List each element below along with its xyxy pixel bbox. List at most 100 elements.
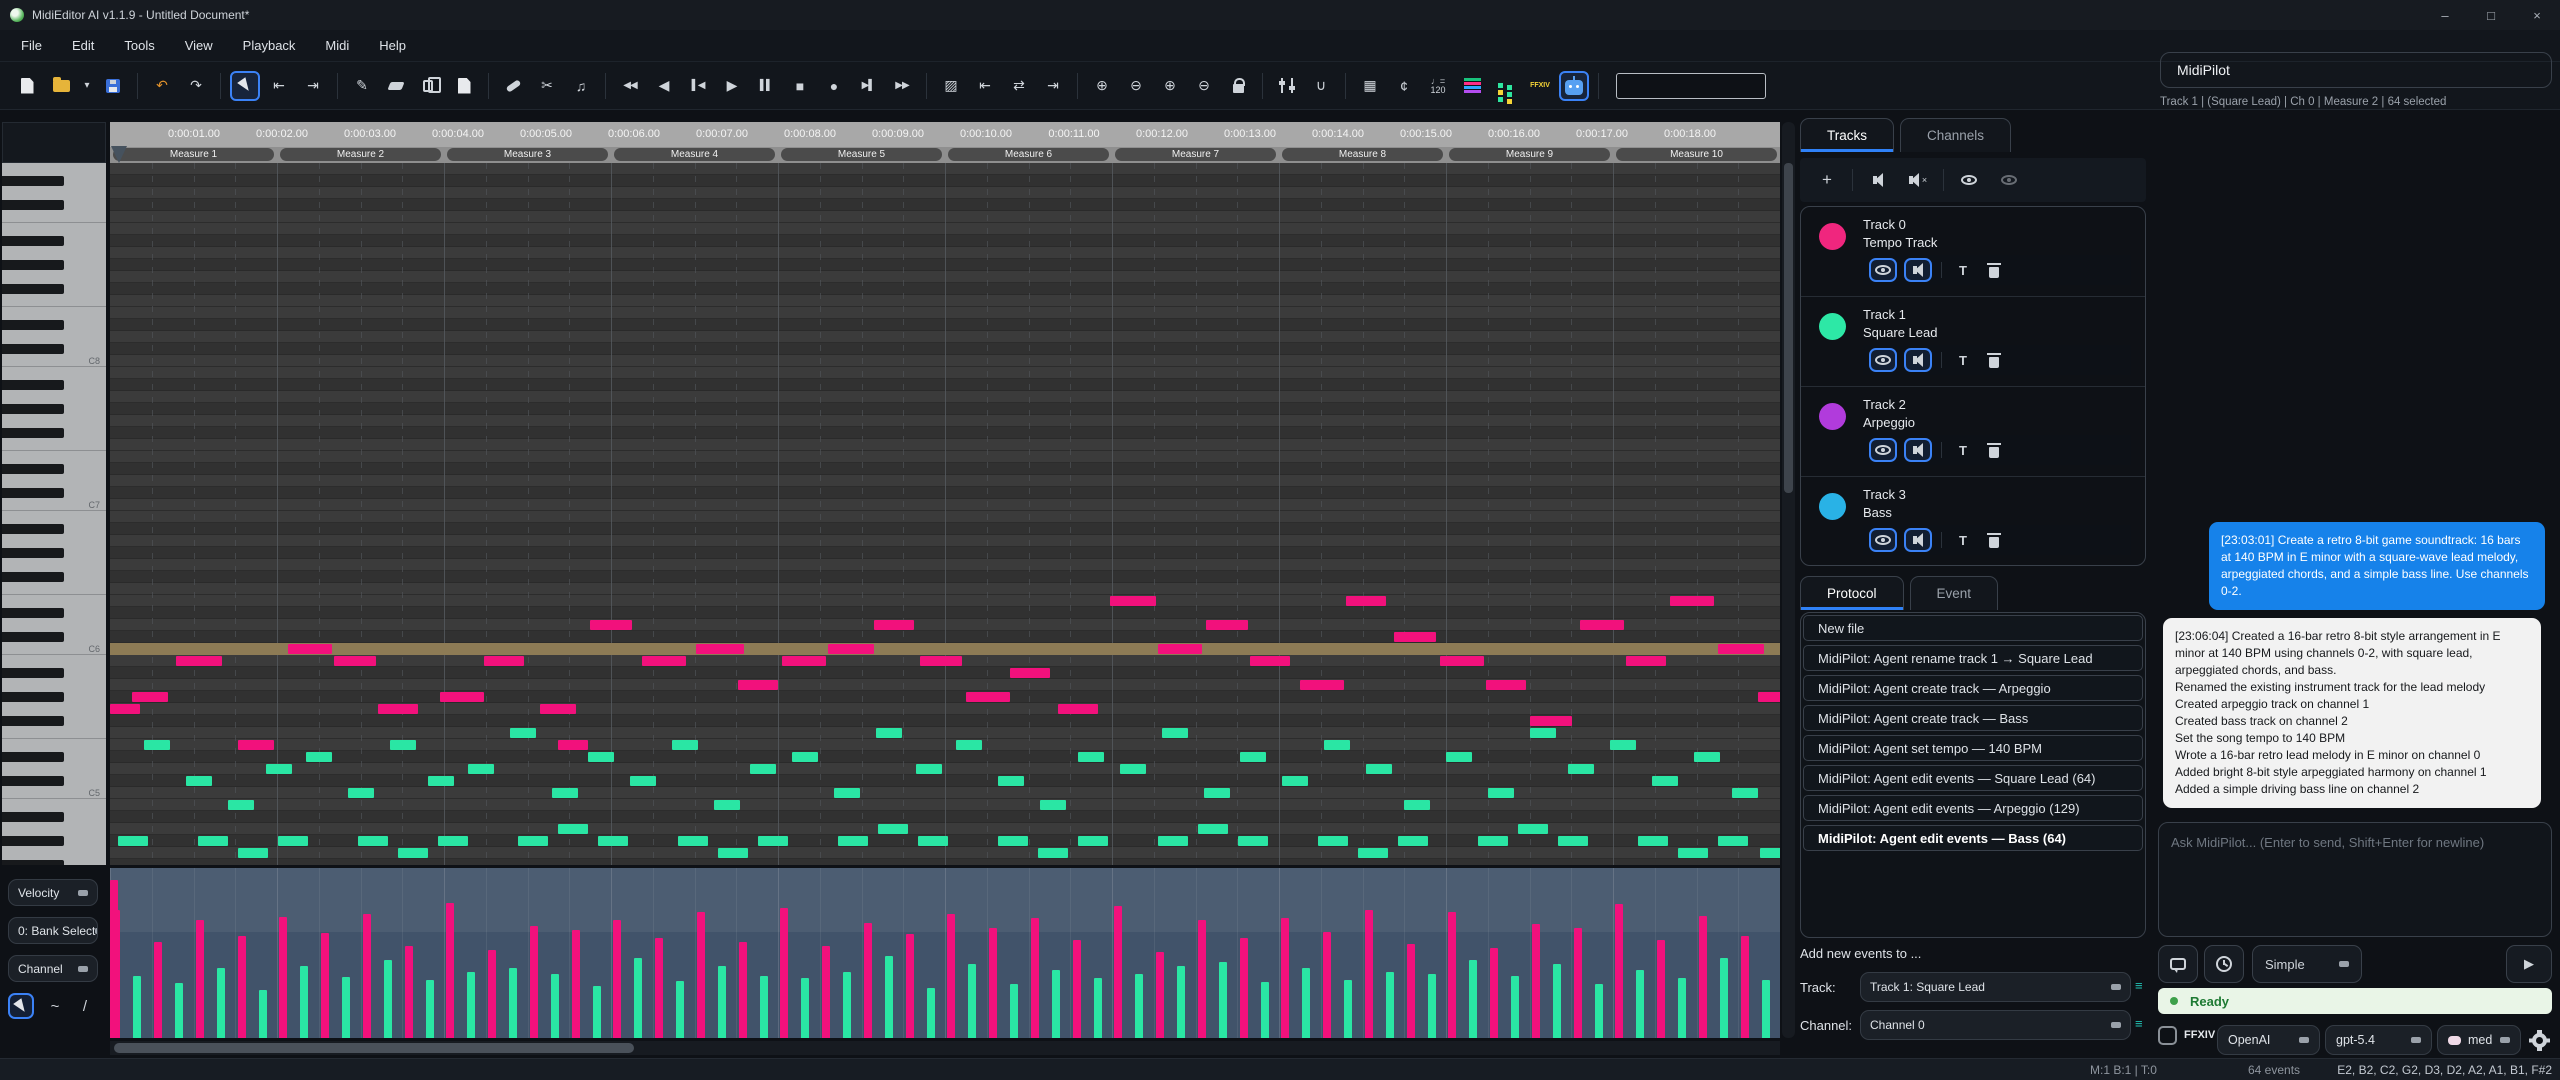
track-delete-button[interactable] <box>1982 528 2006 552</box>
track-audio-button[interactable] <box>1904 258 1932 282</box>
timeline[interactable]: 0:00:01.000:00:02.000:00:03.000:00:04.00… <box>110 122 1780 163</box>
midi-note[interactable] <box>998 836 1028 846</box>
midi-note[interactable] <box>1120 764 1146 774</box>
step-back-button[interactable]: ▌◀ <box>683 71 713 101</box>
midipilot-toggle-button[interactable] <box>1559 71 1589 101</box>
velocity-bar[interactable] <box>1678 978 1686 1038</box>
zoom-out-vertical-button[interactable]: ⊖ <box>1189 71 1219 101</box>
equalize-button[interactable]: ⇄ <box>1004 71 1034 101</box>
scissors-tool-button[interactable]: ✂ <box>532 71 562 101</box>
protocol-item-1[interactable]: MidiPilot: Agent rename track 1 → Square… <box>1803 645 2143 671</box>
velocity-bar[interactable] <box>1010 984 1018 1038</box>
track-audio-button[interactable] <box>1904 438 1932 462</box>
midi-note[interactable] <box>1324 740 1350 750</box>
velocity-bar[interactable] <box>1344 980 1352 1038</box>
track-rename-button[interactable]: T <box>1951 258 1975 282</box>
track-select-dropdown[interactable]: Track 1: Square Lead <box>1860 972 2131 1002</box>
midi-note[interactable] <box>1158 836 1188 846</box>
size-change-tool-button[interactable]: ♫ <box>566 71 596 101</box>
midi-note[interactable] <box>1162 728 1188 738</box>
step-forward-button[interactable]: ▶▌ <box>853 71 883 101</box>
select-right-tool-button[interactable]: ⇥ <box>298 71 328 101</box>
velocity-bar[interactable] <box>1031 918 1039 1038</box>
zoom-out-horizontal-button[interactable]: ⊖ <box>1121 71 1151 101</box>
velocity-bar[interactable] <box>300 966 308 1038</box>
menu-midi[interactable]: Midi <box>310 33 364 58</box>
midi-note[interactable] <box>484 656 524 666</box>
track-colors-button[interactable] <box>1457 71 1487 101</box>
settings-button[interactable] <box>2526 1025 2552 1055</box>
midi-note[interactable] <box>540 704 576 714</box>
velocity-bar[interactable] <box>634 958 642 1038</box>
track-row-0[interactable]: Track 0Tempo TrackT <box>1801 207 2145 297</box>
velocity-bar[interactable] <box>405 946 413 1038</box>
quantize-tool-button[interactable]: ▨ <box>936 71 966 101</box>
velocity-bar[interactable] <box>1532 924 1540 1038</box>
midi-note[interactable] <box>1078 836 1108 846</box>
midi-note[interactable] <box>510 728 536 738</box>
track-row-2[interactable]: Track 2ArpeggioT <box>1801 387 2145 477</box>
protocol-item-2[interactable]: MidiPilot: Agent create track — Arpeggio <box>1803 675 2143 701</box>
horizontal-scrollbar[interactable] <box>110 1041 1780 1055</box>
velocity-bar[interactable] <box>968 964 976 1038</box>
zoom-in-vertical-button[interactable]: ⊕ <box>1155 71 1185 101</box>
velocity-bar[interactable] <box>342 977 350 1038</box>
effort-dropdown[interactable]: med <box>2437 1025 2521 1055</box>
midi-note[interactable] <box>1568 764 1594 774</box>
playhead-marker[interactable] <box>111 146 127 163</box>
velocity-bar[interactable] <box>822 946 830 1038</box>
time-ruler[interactable]: 0:00:01.000:00:02.000:00:03.000:00:04.00… <box>110 122 1780 147</box>
midi-note[interactable] <box>916 764 942 774</box>
pencil-tool-button[interactable]: ✎ <box>347 71 377 101</box>
midi-note[interactable] <box>998 776 1024 786</box>
midi-note[interactable] <box>598 836 628 846</box>
new-chat-button[interactable] <box>2158 945 2198 983</box>
midi-note[interactable] <box>1240 752 1266 762</box>
midi-note[interactable] <box>878 824 908 834</box>
velocity-bar[interactable] <box>697 912 705 1038</box>
midi-note[interactable] <box>1398 836 1428 846</box>
midi-note[interactable] <box>1010 668 1050 678</box>
midi-note[interactable] <box>1206 620 1248 630</box>
velocity-bar[interactable] <box>1657 940 1665 1038</box>
midi-note[interactable] <box>876 728 902 738</box>
hide-all-tracks-button[interactable] <box>1994 165 2024 195</box>
track-row-1[interactable]: Track 1Square LeadT <box>1801 297 2145 387</box>
channel-view-dropdown[interactable]: Channel <box>8 955 98 982</box>
midi-note[interactable] <box>398 848 428 858</box>
track-audio-button[interactable] <box>1904 528 1932 552</box>
midi-note[interactable] <box>438 836 468 846</box>
midi-note[interactable] <box>558 824 588 834</box>
velocity-panel[interactable] <box>110 868 1780 1038</box>
velocity-bar[interactable] <box>426 980 434 1038</box>
channel-select-dropdown[interactable]: Channel 0 <box>1860 1010 2131 1040</box>
velocity-bar[interactable] <box>154 942 162 1038</box>
ffxiv-checkbox[interactable] <box>2158 1026 2177 1045</box>
velocity-bar[interactable] <box>488 950 496 1038</box>
velocity-bar[interactable] <box>1428 974 1436 1038</box>
measure-button[interactable]: ¢ <box>1389 71 1419 101</box>
midi-note[interactable] <box>1040 800 1066 810</box>
midi-note[interactable] <box>1758 692 1780 702</box>
midi-note[interactable] <box>828 644 874 654</box>
track-visibility-button[interactable] <box>1869 528 1897 552</box>
vertical-scrollbar-thumb[interactable] <box>1784 163 1793 493</box>
velocity-bar[interactable] <box>1135 974 1143 1038</box>
channel-row-menu-button[interactable]: ≡ <box>2135 1016 2143 1031</box>
new-file-button[interactable] <box>12 71 42 101</box>
screen-lock-button[interactable]: ▦ <box>1355 71 1385 101</box>
track-delete-button[interactable] <box>1982 438 2006 462</box>
velocity-bar[interactable] <box>1720 958 1728 1038</box>
velocity-bar[interactable] <box>989 928 997 1038</box>
midi-note[interactable] <box>696 644 744 654</box>
menu-help[interactable]: Help <box>364 33 421 58</box>
play-button[interactable]: ▶ <box>717 71 747 101</box>
velocity-bar[interactable] <box>1219 962 1227 1038</box>
midi-note[interactable] <box>1394 632 1436 642</box>
midi-note[interactable] <box>1678 848 1708 858</box>
midi-note[interactable] <box>1446 752 1472 762</box>
midi-note[interactable] <box>1058 704 1098 714</box>
velocity-bar[interactable] <box>1281 918 1289 1038</box>
velocity-bar[interactable] <box>384 960 392 1038</box>
midi-note[interactable] <box>630 776 656 786</box>
